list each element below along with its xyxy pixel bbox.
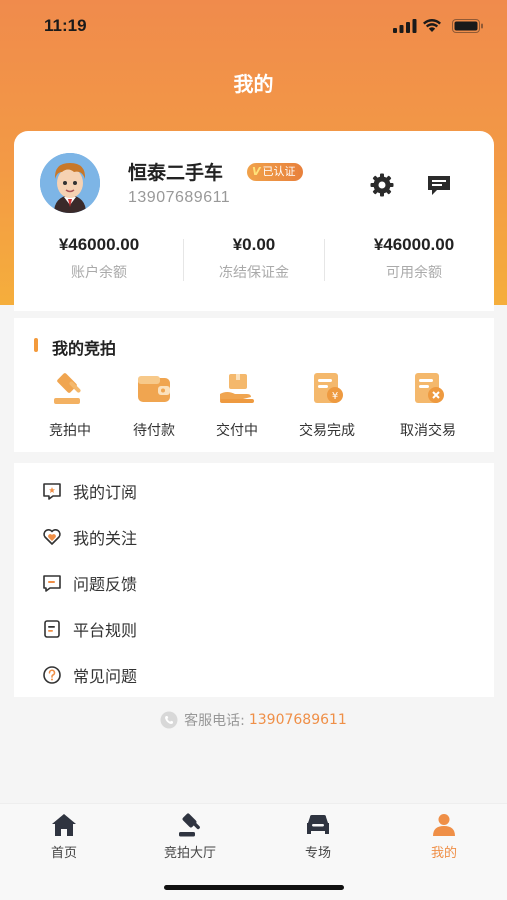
check-icon: V <box>252 165 261 178</box>
menu-item-feedback[interactable]: 问题反馈 <box>42 568 137 598</box>
person-icon <box>433 814 455 836</box>
menu-item-label: 问题反馈 <box>73 575 138 594</box>
avatar-cartoon-icon <box>40 153 100 213</box>
wifi-icon <box>423 19 441 32</box>
menu-item-subscriptions[interactable]: 我的订阅 <box>42 476 137 506</box>
home-indicator[interactable] <box>164 885 344 890</box>
page-title: 我的 <box>233 72 274 96</box>
avatar[interactable] <box>40 153 100 213</box>
auction-status-completed[interactable]: ¥ 交易完成 <box>287 370 367 440</box>
status-bar: 11:19 <box>0 0 507 52</box>
verified-badge: V 已认证 <box>247 163 303 181</box>
menu-item-faq[interactable]: 常见问题 <box>42 660 137 690</box>
balance-label: 账户余额 <box>71 265 127 281</box>
feedback-icon <box>43 575 61 592</box>
my-auctions-section: 我的竞拍 竞拍中 待付款 交付中 ¥ 交易完成 取消交易 <box>14 318 494 452</box>
tab-label: 首页 <box>50 846 77 861</box>
subscribe-icon <box>43 483 61 500</box>
delivery-icon <box>220 374 254 403</box>
battery-icon <box>452 19 483 33</box>
auction-status-label: 交付中 <box>216 423 258 439</box>
auction-status-bidding[interactable]: 竞拍中 <box>30 370 110 440</box>
menu-item-label: 我的订阅 <box>73 483 138 502</box>
service-label: 客服电话: <box>184 713 245 729</box>
cellular-signal-icon <box>393 19 417 33</box>
tab-home[interactable]: 首页 <box>14 812 114 861</box>
available-balance[interactable]: ¥46000.00 可用余额 <box>329 235 499 282</box>
tab-mine[interactable]: 我的 <box>394 812 494 861</box>
heart-icon <box>43 529 61 545</box>
question-icon <box>43 666 61 684</box>
tab-label: 竞拍大厅 <box>163 846 216 861</box>
customer-service-hotline[interactable]: 客服电话: 13907689611 <box>0 710 507 730</box>
auction-status-label: 交易完成 <box>299 423 355 439</box>
status-time: 11:19 <box>44 16 87 35</box>
available-label: 可用余额 <box>386 265 442 281</box>
tab-label: 我的 <box>430 846 457 861</box>
trade-cancel-icon <box>415 373 444 403</box>
tab-auction-hall[interactable]: 竞拍大厅 <box>140 812 240 861</box>
auction-status-label: 待付款 <box>133 423 175 439</box>
tab-special-sessions[interactable]: 专场 <box>268 812 368 861</box>
auction-status-cancelled[interactable]: 取消交易 <box>388 370 468 440</box>
frozen-deposit[interactable]: ¥0.00 冻结保证金 <box>179 235 329 282</box>
deposit-amount: ¥0.00 <box>232 235 276 254</box>
rules-icon <box>44 620 60 638</box>
deposit-label: 冻结保证金 <box>219 265 289 281</box>
gear-icon[interactable] <box>368 171 396 199</box>
menu-item-label: 常见问题 <box>73 667 138 686</box>
wallet-icon <box>138 376 170 402</box>
phone-icon <box>160 711 178 729</box>
car-icon <box>307 815 329 834</box>
balance-amount: ¥46000.00 <box>58 235 140 254</box>
auction-status-label: 取消交易 <box>400 423 456 439</box>
menu-item-following[interactable]: 我的关注 <box>42 522 137 552</box>
menu-item-platform-rules[interactable]: 平台规则 <box>42 614 137 644</box>
menu-item-label: 我的关注 <box>73 529 138 548</box>
user-phone: 13907689611 <box>128 189 231 206</box>
home-icon <box>52 814 76 836</box>
account-balance[interactable]: ¥46000.00 账户余额 <box>24 235 174 282</box>
auction-status-label: 竞拍中 <box>49 423 91 439</box>
trade-done-icon: ¥ <box>314 373 343 403</box>
auction-status-delivering[interactable]: 交付中 <box>197 370 277 440</box>
user-name: 恒泰二手车 <box>128 162 224 184</box>
divider <box>324 239 325 281</box>
message-icon[interactable] <box>425 171 453 199</box>
gavel-icon <box>54 373 81 404</box>
gavel-icon <box>179 813 200 837</box>
verified-label: 已认证 <box>262 165 296 178</box>
available-amount: ¥46000.00 <box>373 235 455 254</box>
auction-status-pending-payment[interactable]: 待付款 <box>114 370 194 440</box>
profile-card: 恒泰二手车 V 已认证 13907689611 ¥46000.00 账户余额 ¥… <box>14 131 494 311</box>
menu-item-label: 平台规则 <box>73 621 138 640</box>
menu-list: 我的订阅 我的关注 问题反馈 平台规则 常见问题 <box>14 463 494 697</box>
svg-text:¥: ¥ <box>332 391 338 402</box>
section-title: 我的竞拍 <box>52 339 117 358</box>
service-phone[interactable]: 13907689611 <box>249 712 347 728</box>
tab-label: 专场 <box>304 846 331 861</box>
